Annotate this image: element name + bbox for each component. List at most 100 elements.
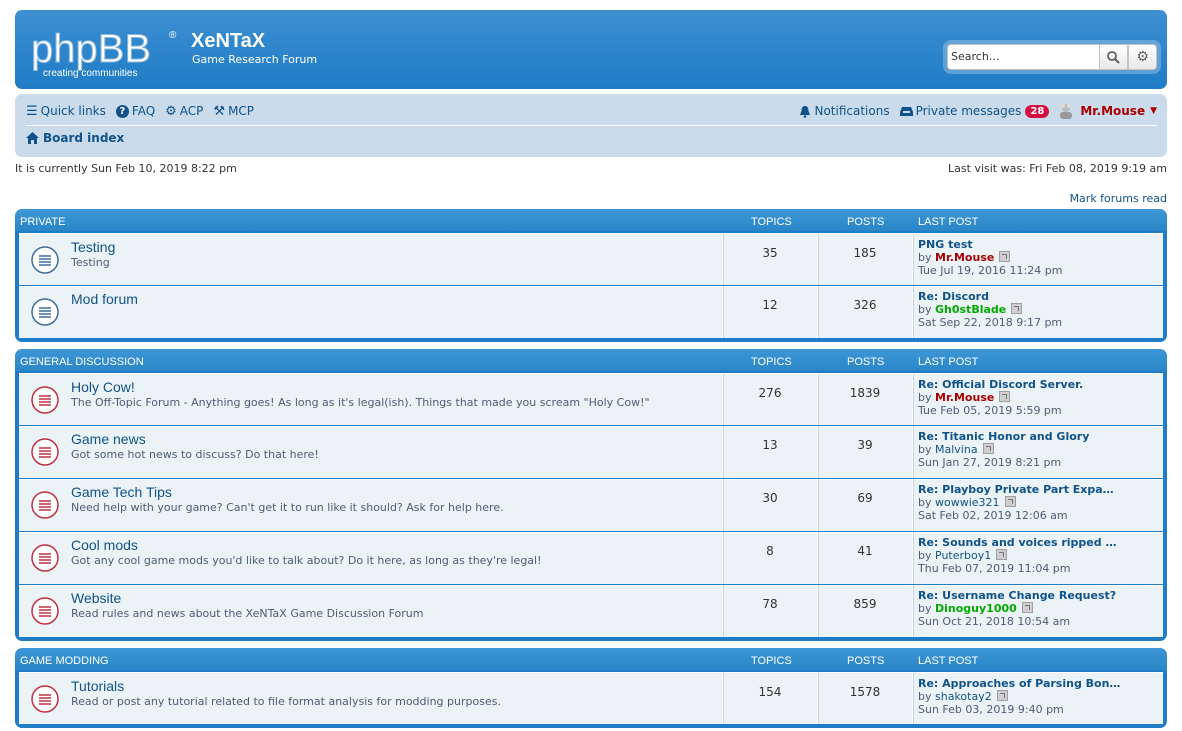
topics-count: 8 <box>766 544 774 558</box>
posts-column-header: POSTS <box>847 356 885 368</box>
last-post-author-link[interactable]: Mr.Mouse <box>935 391 994 404</box>
search-button[interactable] <box>1098 44 1129 70</box>
last-post: Re: Approaches of Parsing Bon… by shakota… <box>918 677 1120 716</box>
forum-description: Testing <box>71 256 110 269</box>
category-name[interactable]: GENERAL DISCUSSION <box>20 356 144 368</box>
posts-count: 69 <box>857 491 873 505</box>
cogs-icon: ⚙ <box>165 103 177 119</box>
home-icon <box>26 132 39 144</box>
gear-icon: ⚙ <box>1136 49 1149 65</box>
forum-read-icon <box>31 685 59 713</box>
site-subtitle: Game Research Forum <box>192 53 318 66</box>
view-latest-post-icon[interactable] <box>982 443 994 454</box>
user-menu[interactable]: Mr.Mouse ▼ <box>1057 102 1157 120</box>
forum-title-link[interactable]: Tutorials <box>71 678 124 694</box>
faq-link[interactable]: ? FAQ <box>115 104 155 118</box>
last-post-time: Sun Oct 21, 2018 10:54 am <box>918 615 1071 628</box>
forum-row: Website Read rules and news about the XeN… <box>19 584 1163 637</box>
view-latest-post-icon[interactable] <box>999 251 1011 262</box>
last-post-title-link[interactable]: Re: Official Discord Server. <box>918 378 1083 391</box>
last-post-by: by <box>918 496 932 509</box>
forum-title-link[interactable]: Cool mods <box>71 537 138 553</box>
acp-link[interactable]: ⚙ ACP <box>165 104 203 119</box>
view-latest-post-icon[interactable] <box>999 391 1011 402</box>
category-header: GENERAL DISCUSSION TOPICS POSTS LAST POST <box>19 349 1163 373</box>
last-post-author-link[interactable]: Puterboy1 <box>935 549 991 562</box>
last-post-title-link[interactable]: Re: Approaches of Parsing Bon… <box>918 677 1120 690</box>
last-post-title-link[interactable]: Re: Discord <box>918 290 1062 303</box>
topics-column-header: TOPICS <box>751 356 792 368</box>
last-post-time: Sat Sep 22, 2018 9:17 pm <box>918 316 1063 329</box>
advanced-search-button[interactable]: ⚙ <box>1128 44 1157 70</box>
last-post-author-link[interactable]: shakotay2 <box>935 690 992 703</box>
last-post-author-link[interactable]: Dinoguy1000 <box>935 602 1017 615</box>
phpbb-logo[interactable]: phpBB ® creating communities <box>29 24 179 80</box>
mcp-link[interactable]: ⚒ MCP <box>213 104 254 119</box>
forum-title-link[interactable]: Game Tech Tips <box>71 484 172 500</box>
notifications-link[interactable]: Notifications <box>799 104 890 118</box>
last-visit: Last visit was: Fri Feb 08, 2019 9:19 am <box>948 162 1167 175</box>
last-post-title-link[interactable]: Re: Playboy Private Part Expa… <box>918 483 1114 496</box>
private-messages-link[interactable]: Private messages 28 <box>899 104 1050 118</box>
svg-text:®: ® <box>169 30 177 41</box>
search-input[interactable]: Search… <box>947 44 1099 70</box>
view-latest-post-icon[interactable] <box>1011 303 1023 314</box>
mcp-label: MCP <box>228 104 255 118</box>
last-post-by: by <box>918 303 932 316</box>
forum-description: Read or post any tutorial related to fil… <box>71 695 501 708</box>
topics-count: 78 <box>762 597 778 611</box>
forum-description: The Off-Topic Forum - Anything goes! As … <box>71 396 650 409</box>
topics-count: 12 <box>762 298 778 312</box>
forum-title-link[interactable]: Website <box>71 590 121 606</box>
site-title[interactable]: XeNTaX <box>191 30 265 53</box>
view-latest-post-icon[interactable] <box>996 549 1008 560</box>
forum-row: Cool mods Got any cool game mods you'd li… <box>19 531 1163 584</box>
forum-row: Mod forum 12 326 Re: Discord by Gh0stBlade Sa… <box>19 285 1163 338</box>
forum-read-icon <box>31 597 59 625</box>
last-post-title-link[interactable]: PNG test <box>918 238 1062 251</box>
forum-title-link[interactable]: Mod forum <box>71 291 138 307</box>
last-post-author-link[interactable]: Mr.Mouse <box>935 251 994 264</box>
category-name[interactable]: PRIVATE <box>20 216 65 228</box>
forum-title-link[interactable]: Game news <box>71 431 146 447</box>
last-post-time: Tue Jul 19, 2016 11:24 pm <box>918 264 1063 277</box>
forum-description: Need help with your game? Can't get it t… <box>71 501 504 514</box>
forum-row: Holy Cow! The Off-Topic Forum - Anything … <box>19 373 1163 425</box>
breadcrumb: Board index <box>26 131 124 145</box>
last-post-title-link[interactable]: Re: Sounds and voices ripped … <box>918 536 1116 549</box>
forum-category: GENERAL DISCUSSION TOPICS POSTS LAST POST Ho… <box>15 349 1167 641</box>
last-post-column-header: LAST POST <box>918 655 979 667</box>
forum-title-link[interactable]: Testing <box>71 239 115 255</box>
navbar: ☰ Quick links ? FAQ ⚙ ACP ⚒ MCP Notifica… <box>15 94 1167 157</box>
quick-links-label: Quick links <box>40 104 106 118</box>
last-post-author-link[interactable]: wowwie321 <box>935 496 1000 509</box>
category-name[interactable]: GAME MODDING <box>20 655 109 667</box>
view-latest-post-icon[interactable] <box>1021 602 1033 613</box>
forum-read-icon <box>31 438 59 466</box>
caret-down-icon: ▼ <box>1150 106 1157 116</box>
view-latest-post-icon[interactable] <box>1004 496 1016 507</box>
last-post-time: Thu Feb 07, 2019 11:04 pm <box>918 562 1071 575</box>
last-post-column-header: LAST POST <box>918 356 979 368</box>
last-post-by: by <box>918 251 932 264</box>
forum-title-link[interactable]: Holy Cow! <box>71 379 135 395</box>
last-post-title-link[interactable]: Re: Titanic Honor and Glory <box>918 430 1089 443</box>
posts-count: 1839 <box>849 386 881 400</box>
posts-count: 185 <box>853 246 877 260</box>
topics-column-header: TOPICS <box>751 655 792 667</box>
mark-forums-read-link[interactable]: Mark forums read <box>1070 192 1167 205</box>
view-latest-post-icon[interactable] <box>996 690 1008 701</box>
last-post-author-link[interactable]: Malvina <box>935 443 978 456</box>
bell-icon <box>800 105 811 118</box>
site-header: phpBB ® creating communities XeNTaX Game… <box>15 10 1167 89</box>
last-post: Re: Sounds and voices ripped … by Puterbo… <box>918 536 1116 575</box>
posts-count: 41 <box>857 544 873 558</box>
topics-count: 276 <box>758 386 782 400</box>
gavel-icon: ⚒ <box>213 103 226 119</box>
last-post-title-link[interactable]: Re: Username Change Request? <box>918 589 1116 602</box>
forum-read-icon <box>31 246 59 274</box>
quick-links-menu[interactable]: ☰ Quick links <box>26 104 106 119</box>
forum-category: GAME MODDING TOPICS POSTS LAST POST Tutorial… <box>15 648 1167 728</box>
last-post-author-link[interactable]: Gh0stBlade <box>935 303 1006 316</box>
board-index-link[interactable]: Board index <box>43 131 124 145</box>
